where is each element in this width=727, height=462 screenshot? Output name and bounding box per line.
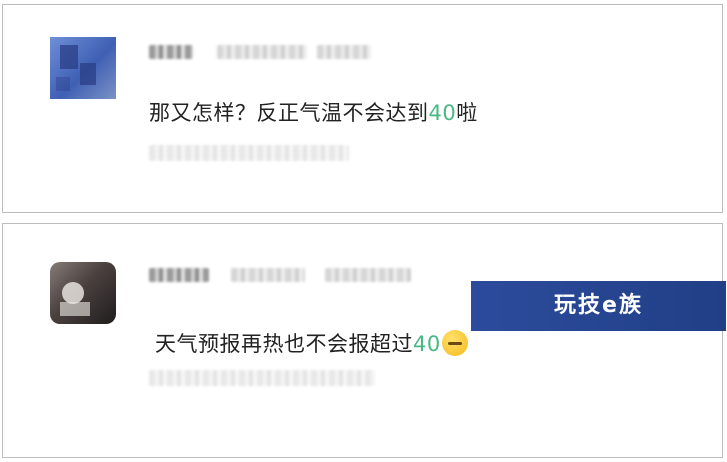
comment-text-tail: 啦 xyxy=(456,101,478,125)
comment-meta-blurred xyxy=(149,370,375,386)
username-blurred[interactable] xyxy=(149,268,209,282)
avatar[interactable] xyxy=(50,37,116,99)
comment-number: 40 xyxy=(413,332,441,356)
comment-text-main: 那又怎样？反正气温不会达到 xyxy=(149,101,429,125)
user-badge-blurred xyxy=(325,268,411,282)
comment-text-main: 天气预报再热也不会报超过 xyxy=(155,332,413,356)
watermark-logo: 玩技e族 xyxy=(471,281,726,331)
smirk-face-icon xyxy=(441,330,468,356)
comment-number: 40 xyxy=(428,101,457,125)
comment-card: 天气预报再热也不会报超过40 xyxy=(2,223,723,458)
comment-card: 那又怎样？反正气温不会达到40啦 xyxy=(2,4,723,213)
user-meta-blurred xyxy=(217,45,307,59)
user-meta-blurred xyxy=(231,268,305,282)
username-blurred[interactable] xyxy=(149,45,193,59)
user-badge-blurred xyxy=(317,45,371,59)
comment-text: 那又怎样？反正气温不会达到40啦 xyxy=(149,97,478,127)
comment-text: 天气预报再热也不会报超过40 xyxy=(155,328,468,358)
comment-meta-blurred xyxy=(149,145,349,161)
avatar[interactable] xyxy=(50,262,116,324)
